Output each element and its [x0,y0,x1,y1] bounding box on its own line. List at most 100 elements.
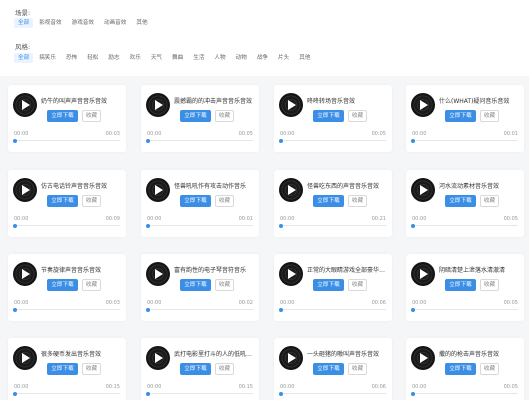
vinyl-disc-play-icon[interactable] [411,178,435,202]
favorite-button[interactable]: 收藏 [480,363,499,375]
progress-knob[interactable] [13,391,17,396]
favorite-button[interactable]: 收藏 [348,363,367,375]
duration: 00:03 [105,300,120,306]
sound-title: 富有韵性的电子琴音符音乐 [174,267,247,274]
progress-knob[interactable] [279,391,283,396]
favorite-button[interactable]: 收藏 [82,195,101,207]
download-button[interactable]: 立即下载 [445,363,476,375]
vinyl-disc-play-icon[interactable] [411,262,435,286]
favorite-button[interactable]: 收藏 [480,195,499,207]
vinyl-disc-play-icon[interactable] [279,93,303,117]
favorite-button[interactable]: 收藏 [215,363,234,375]
favorite-button[interactable]: 收藏 [348,195,367,207]
progress-knob[interactable] [411,307,415,312]
sound-title: 阴暗清楚上泄落水清澈清 [439,267,506,274]
download-button[interactable]: 立即下载 [445,195,476,207]
progress-track[interactable] [279,391,386,396]
progress-track[interactable] [13,138,120,143]
download-button[interactable]: 立即下载 [445,279,476,291]
download-button[interactable]: 立即下载 [180,279,211,291]
progress-knob[interactable] [13,307,17,312]
vinyl-disc-play-icon[interactable] [13,93,37,117]
vinyl-disc-play-icon[interactable] [13,178,37,202]
current-time: 00:00 [14,216,29,222]
vinyl-disc-play-icon[interactable] [146,346,170,370]
progress-knob[interactable] [13,138,17,143]
download-button[interactable]: 立即下载 [313,279,344,291]
download-button[interactable]: 立即下载 [47,195,78,207]
vinyl-disc-play-icon[interactable] [13,346,37,370]
vinyl-disc-play-icon[interactable] [13,262,37,286]
progress-track[interactable] [279,307,386,312]
vinyl-disc-play-icon[interactable] [411,346,435,370]
vinyl-disc-play-icon[interactable] [146,262,170,286]
progress-knob[interactable] [146,138,150,143]
progress-knob[interactable] [279,138,283,143]
current-time: 00:00 [280,384,295,390]
favorite-button[interactable]: 收藏 [215,195,234,207]
progress-knob[interactable] [411,223,415,228]
sound-title: 奶牛的叫声声音音乐音效 [41,98,108,105]
progress-track[interactable] [146,223,253,228]
progress-track[interactable] [411,138,518,143]
duration: 00:15 [238,384,253,390]
download-button[interactable]: 立即下载 [313,195,344,207]
current-time: 00:00 [14,300,29,306]
current-time: 00:00 [280,300,295,306]
vinyl-disc-play-icon[interactable] [279,262,303,286]
progress-knob[interactable] [411,391,415,396]
favorite-button[interactable]: 收藏 [215,279,234,291]
progress-track[interactable] [13,391,120,396]
play-icon [288,269,296,279]
current-time: 00:00 [280,131,295,137]
progress-track[interactable] [13,307,120,312]
download-button[interactable]: 立即下载 [180,363,211,375]
progress-knob[interactable] [146,307,150,312]
favorite-button[interactable]: 收藏 [82,279,101,291]
sound-effects-grid: 奶牛的叫声声音音乐音效 立即下载 收藏 00:00 00:03 震撼霸的的冲击声音音乐音效… [0,0,529,400]
favorite-button[interactable]: 收藏 [480,110,499,122]
vinyl-disc-play-icon[interactable] [146,93,170,117]
download-button[interactable]: 立即下载 [47,110,78,122]
favorite-button[interactable]: 收藏 [215,110,234,122]
progress-track[interactable] [279,138,386,143]
download-button[interactable]: 立即下载 [47,279,78,291]
progress-track[interactable] [146,307,253,312]
play-icon [22,185,30,195]
progress-track[interactable] [13,223,120,228]
duration: 00:05 [503,300,518,306]
progress-knob[interactable] [146,223,150,228]
download-button[interactable]: 立即下载 [47,363,78,375]
progress-track[interactable] [411,307,518,312]
progress-track[interactable] [146,391,253,396]
progress-knob[interactable] [13,223,17,228]
favorite-button[interactable]: 收藏 [480,279,499,291]
progress-knob[interactable] [146,391,150,396]
download-button[interactable]: 立即下载 [180,195,211,207]
progress-track[interactable] [146,138,253,143]
download-button[interactable]: 立即下载 [445,110,476,122]
current-time: 00:00 [147,384,162,390]
sound-card: 节奏旋律声音音乐音效 立即下载 收藏 00:00 00:03 [8,254,126,321]
favorite-button[interactable]: 收藏 [348,279,367,291]
sound-title: 什么(WHAT)疑问音乐音效 [439,98,510,105]
duration: 00:05 [503,216,518,222]
progress-track[interactable] [411,391,518,396]
favorite-button[interactable]: 收藏 [348,110,367,122]
vinyl-disc-play-icon[interactable] [411,93,435,117]
progress-knob[interactable] [411,138,415,143]
vinyl-disc-play-icon[interactable] [146,178,170,202]
vinyl-disc-play-icon[interactable] [279,346,303,370]
sound-title: 武打电影里打斗的人的低吼音效 [174,351,254,358]
download-button[interactable]: 立即下载 [313,110,344,122]
vinyl-disc-play-icon[interactable] [279,178,303,202]
download-button[interactable]: 立即下载 [313,363,344,375]
progress-knob[interactable] [279,223,283,228]
download-button[interactable]: 立即下载 [180,110,211,122]
play-icon [420,100,428,110]
favorite-button[interactable]: 收藏 [82,110,101,122]
progress-knob[interactable] [279,307,283,312]
favorite-button[interactable]: 收藏 [82,363,101,375]
progress-track[interactable] [411,223,518,228]
progress-track[interactable] [279,223,386,228]
